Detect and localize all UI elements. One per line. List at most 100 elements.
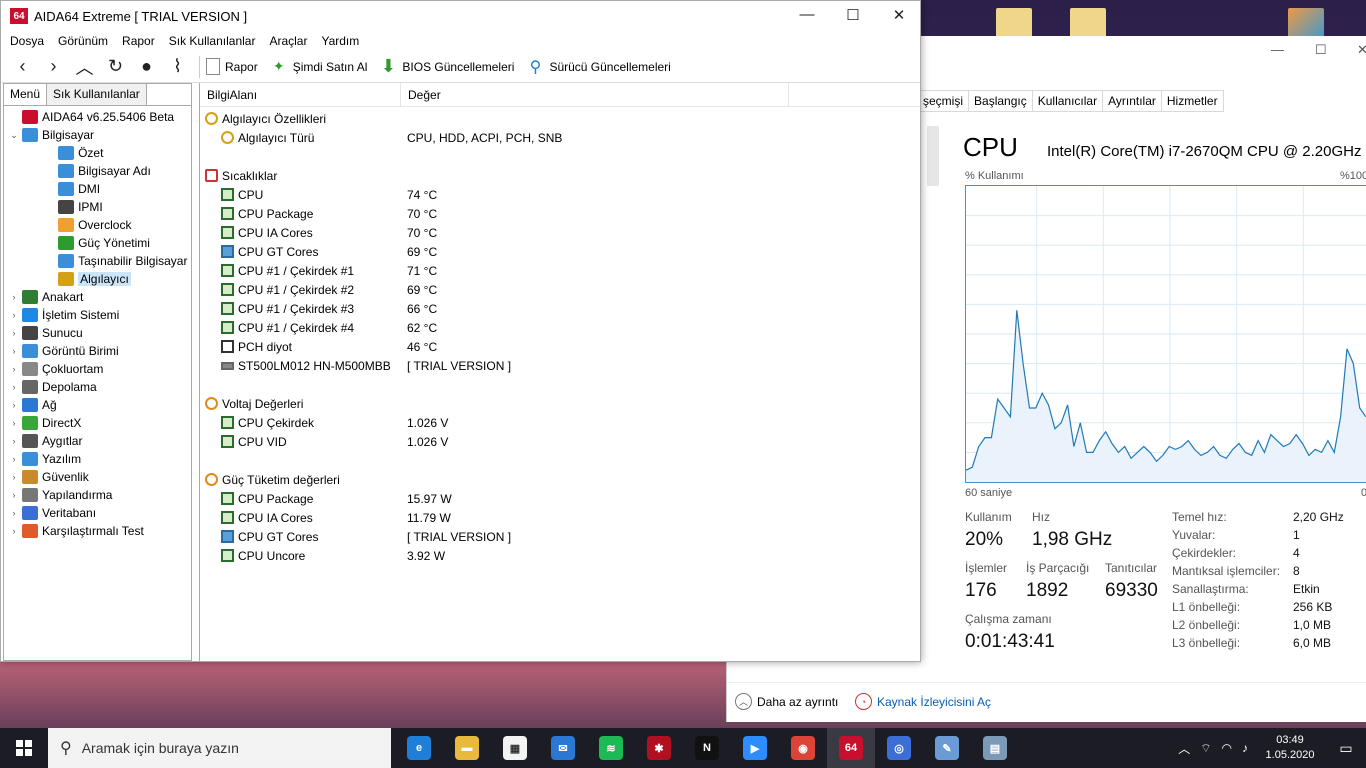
wifi-icon[interactable]: ◠ — [1222, 741, 1232, 755]
table-row[interactable]: Algılayıcı Türü CPU, HDD, ACPI, PCH, SNB — [200, 128, 920, 147]
network-icon[interactable]: ⌔ — [1200, 741, 1211, 756]
table-row[interactable]: CPU Uncore 3.92 W — [200, 546, 920, 565]
expander-icon[interactable]: › — [8, 328, 20, 338]
tray-chevron-icon[interactable]: ︿ — [1178, 740, 1190, 757]
tm-tab-2[interactable]: Kullanıcılar — [1032, 90, 1104, 112]
tree-root[interactable]: AIDA64 v6.25.5406 Beta — [4, 108, 191, 126]
tree-category-2[interactable]: › Sunucu — [4, 324, 191, 342]
tree-item-7[interactable]: Algılayıcı — [4, 270, 191, 288]
column-header-field[interactable]: BilgiAlanı — [200, 82, 401, 107]
expander-icon[interactable]: › — [8, 454, 20, 464]
taskbar-app-spotify[interactable]: ≋ — [587, 728, 635, 768]
desktop-game-icon[interactable] — [1288, 8, 1324, 38]
tree-category-12[interactable]: › Veritabanı — [4, 504, 191, 522]
tree-category-8[interactable]: › Aygıtlar — [4, 432, 191, 450]
tree-category-9[interactable]: › Yazılım — [4, 450, 191, 468]
bios-updates-button[interactable]: ⬇ BIOS Güncellemeleri — [379, 56, 515, 76]
tree-category-3[interactable]: › Görüntü Birimi — [4, 342, 191, 360]
taskbar-app-aida64[interactable]: 64 — [827, 728, 875, 768]
fewer-details-button[interactable]: ︿ Daha az ayrıntı — [735, 693, 838, 710]
tree-item-2[interactable]: DMI — [4, 180, 191, 198]
tree-item-4[interactable]: Overclock — [4, 216, 191, 234]
tree-category-7[interactable]: › DirectX — [4, 414, 191, 432]
taskbar-app-chrome[interactable]: ◉ — [779, 728, 827, 768]
tree-category-1[interactable]: › İşletim Sistemi — [4, 306, 191, 324]
table-row[interactable]: CPU IA Cores 11.79 W — [200, 508, 920, 527]
tree-item-1[interactable]: Bilgisayar Adı — [4, 162, 191, 180]
expander-icon[interactable]: › — [8, 526, 20, 536]
tree-computer[interactable]: ⌄ Bilgisayar — [4, 126, 191, 144]
minimize-button[interactable]: — — [792, 6, 822, 23]
taskbar-app-paint[interactable]: ✎ — [923, 728, 971, 768]
table-row[interactable]: CPU #1 / Çekirdek #2 69 °C — [200, 280, 920, 299]
expander-icon[interactable]: › — [8, 400, 20, 410]
table-row[interactable]: CPU VID 1.026 V — [200, 432, 920, 451]
expander-icon[interactable]: › — [8, 418, 20, 428]
menu-item-5[interactable]: Yardım — [314, 34, 366, 48]
tree-category-4[interactable]: › Çokluortam — [4, 360, 191, 378]
tree-category-11[interactable]: › Yapılandırma — [4, 486, 191, 504]
tm-tab-1[interactable]: Başlangıç — [969, 90, 1033, 112]
close-button[interactable]: ✕ — [884, 6, 914, 24]
table-row[interactable]: CPU Package 70 °C — [200, 204, 920, 223]
taskbar-app-mail[interactable]: ✉ — [539, 728, 587, 768]
report-button[interactable]: Rapor — [206, 58, 258, 75]
tab-menu[interactable]: Menü — [4, 84, 48, 105]
tree-category-13[interactable]: › Karşılaştırmalı Test — [4, 522, 191, 540]
refresh-icon[interactable]: ↻ — [100, 56, 131, 77]
table-row[interactable]: CPU GT Cores 69 °C — [200, 242, 920, 261]
table-row[interactable]: ST500LM012 HN-M500MBB [ TRIAL VERSION ] — [200, 356, 920, 375]
expander-icon[interactable]: › — [8, 310, 20, 320]
menu-item-0[interactable]: Dosya — [3, 34, 51, 48]
tree-category-10[interactable]: › Güvenlik — [4, 468, 191, 486]
taskbar-app-explorer[interactable]: ▬ — [443, 728, 491, 768]
tab-favorites[interactable]: Sık Kullanılanlar — [47, 84, 147, 105]
tree-item-3[interactable]: IPMI — [4, 198, 191, 216]
table-row[interactable]: CPU #1 / Çekirdek #3 66 °C — [200, 299, 920, 318]
taskbar-app-netflix[interactable]: N — [683, 728, 731, 768]
chart-icon[interactable]: ⌇ — [162, 56, 193, 77]
tree-category-5[interactable]: › Depolama — [4, 378, 191, 396]
taskbar-app-store[interactable]: ▦ — [491, 728, 539, 768]
user-icon[interactable]: ● — [131, 56, 162, 77]
menu-item-3[interactable]: Sık Kullanılanlar — [162, 34, 263, 48]
start-button[interactable] — [0, 728, 48, 768]
desktop-folder-icon-1[interactable] — [996, 8, 1032, 38]
taskbar-app-browser-blue[interactable]: ◎ — [875, 728, 923, 768]
up-icon[interactable]: ︿ — [69, 54, 100, 80]
table-row[interactable]: CPU #1 / Çekirdek #1 71 °C — [200, 261, 920, 280]
expander-icon[interactable]: ⌄ — [8, 130, 20, 141]
menu-item-4[interactable]: Araçlar — [262, 34, 314, 48]
tree-category-6[interactable]: › Ağ — [4, 396, 191, 414]
taskbar-app-edge[interactable]: e — [395, 728, 443, 768]
tm-close-button[interactable]: ✕ — [1357, 42, 1366, 58]
tm-tab-4[interactable]: Hizmetler — [1161, 90, 1224, 112]
tm-tab-0[interactable]: şeçmişi — [917, 90, 970, 112]
table-row[interactable]: CPU GT Cores [ TRIAL VERSION ] — [200, 527, 920, 546]
expander-icon[interactable]: › — [8, 508, 20, 518]
buy-now-button[interactable]: ✦ Şimdi Satın Al — [270, 58, 368, 76]
menu-item-1[interactable]: Görünüm — [51, 34, 115, 48]
tm-sidebar-scroll[interactable] — [927, 126, 939, 186]
notification-icon[interactable]: ▭ — [1326, 740, 1366, 757]
menu-item-2[interactable]: Rapor — [115, 34, 162, 48]
expander-icon[interactable]: › — [8, 490, 20, 500]
resource-monitor-link[interactable]: ◔ Kaynak İzleyicisini Aç — [855, 693, 991, 710]
tm-maximize-button[interactable]: ☐ — [1315, 42, 1327, 58]
tree-category-0[interactable]: › Anakart — [4, 288, 191, 306]
driver-updates-button[interactable]: ⚲ Sürücü Güncellemeleri — [526, 58, 671, 76]
expander-icon[interactable]: › — [8, 364, 20, 374]
clock[interactable]: 03:49 1.05.2020 — [1254, 733, 1326, 763]
desktop-folder-icon-2[interactable] — [1070, 8, 1106, 38]
table-row[interactable]: CPU 74 °C — [200, 185, 920, 204]
table-row[interactable]: CPU Package 15.97 W — [200, 489, 920, 508]
column-header-value[interactable]: Değer — [401, 82, 789, 107]
tm-tab-3[interactable]: Ayrıntılar — [1103, 90, 1162, 112]
expander-icon[interactable]: › — [8, 472, 20, 482]
taskbar-app-zoom[interactable]: ▶ — [731, 728, 779, 768]
tree-item-5[interactable]: Güç Yönetimi — [4, 234, 191, 252]
taskbar-app-taskmgr[interactable]: ▤ — [971, 728, 1019, 768]
back-icon[interactable]: ‹ — [7, 56, 38, 77]
forward-icon[interactable]: › — [38, 56, 69, 77]
expander-icon[interactable]: › — [8, 436, 20, 446]
